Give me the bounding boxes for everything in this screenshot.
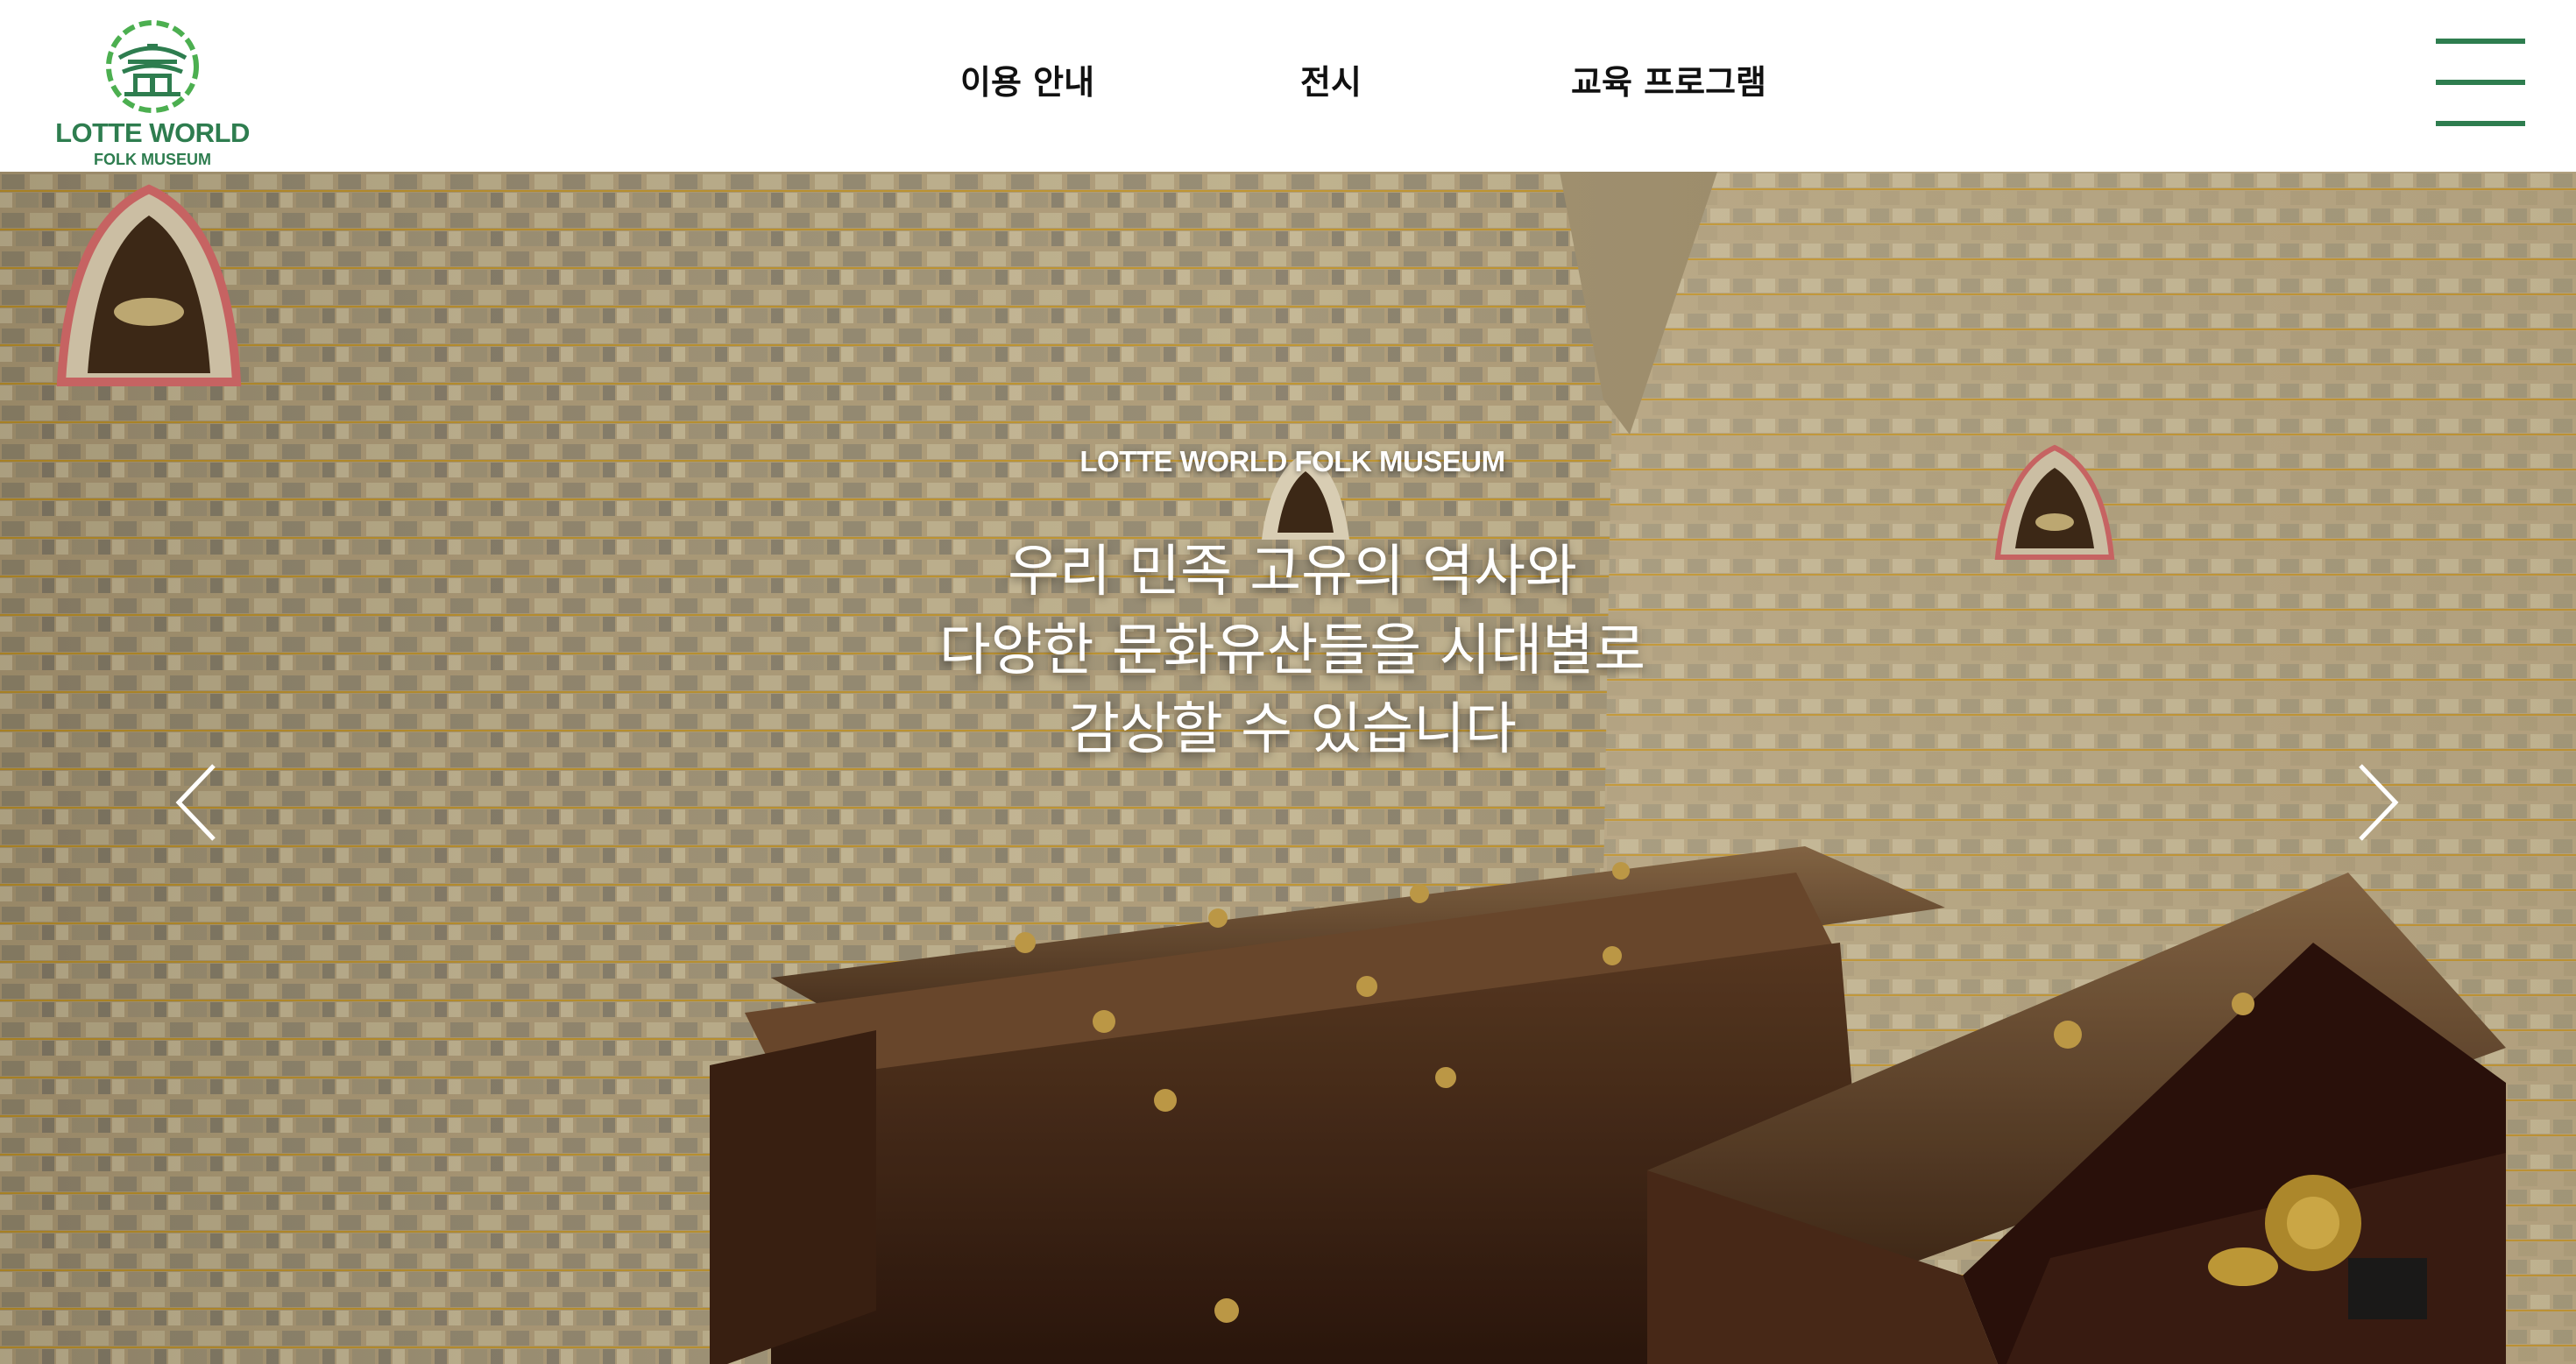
chevron-left-icon[interactable]	[168, 759, 230, 846]
main-nav: 이용 안내 전시 교육 프로그램	[0, 0, 2576, 172]
site-header: LOTTE WORLD FOLK MUSEUM 이용 안내 전시 교육 프로그램	[0, 0, 2576, 172]
hero-caption: LOTTE WORLD FOLK MUSEUM 우리 민족 고유의 역사와 다양…	[0, 172, 2576, 1364]
nav-item-exhibition[interactable]: 전시	[1300, 56, 1362, 109]
nav-item-visitor-info[interactable]: 이용 안내	[960, 56, 1094, 109]
hero-headline-line: 우리 민족 고유의 역사와	[1008, 540, 1577, 604]
menu-bar	[2436, 39, 2525, 44]
menu-bar	[2436, 80, 2525, 85]
nav-item-education-program[interactable]: 교육 프로그램	[1571, 56, 1766, 109]
hero-headline-line: 감상할 수 있습니다	[1068, 697, 1517, 762]
chevron-right-icon[interactable]	[2345, 759, 2406, 846]
hero-slider: LOTTE WORLD FOLK MUSEUM 우리 민족 고유의 역사와 다양…	[0, 172, 2576, 1364]
hero-eyebrow: LOTTE WORLD FOLK MUSEUM	[1079, 445, 1505, 477]
menu-bar	[2436, 121, 2525, 126]
hamburger-menu-icon[interactable]	[2436, 39, 2525, 130]
hero-headline-line: 다양한 문화유산들을 시대별로	[938, 618, 1646, 683]
hero-headline: 우리 민족 고유의 역사와 다양한 문화유산들을 시대별로 감상할 수 있습니다	[0, 533, 2576, 769]
